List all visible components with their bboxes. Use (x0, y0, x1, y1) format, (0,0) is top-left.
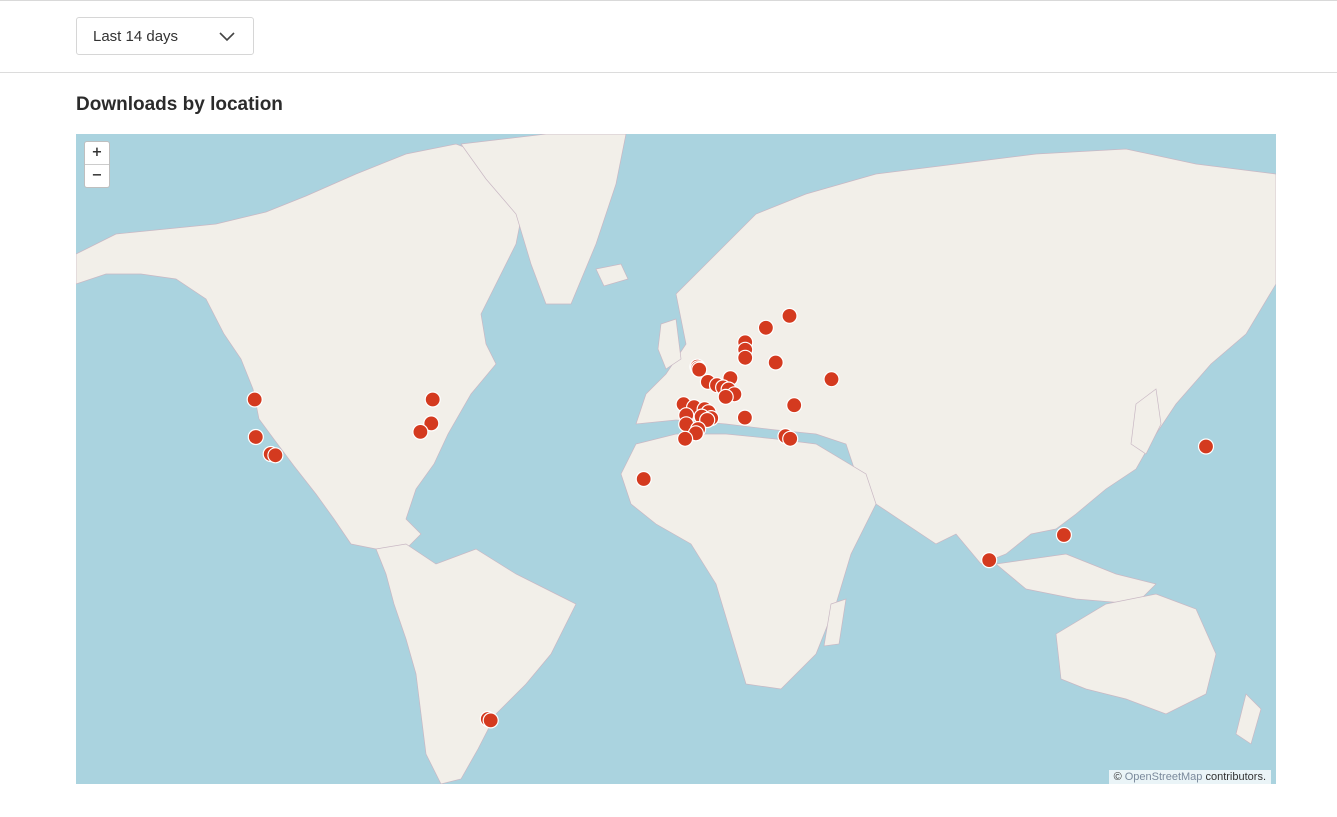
download-location-marker[interactable] (786, 397, 803, 414)
filter-bar: Last 14 days (0, 1, 1337, 73)
section-title: Downloads by location (76, 94, 283, 115)
download-location-marker[interactable] (412, 423, 429, 440)
download-location-marker[interactable] (424, 391, 441, 408)
openstreetmap-link[interactable]: OpenStreetMap (1125, 771, 1203, 783)
land-iceland (595, 263, 629, 287)
download-location-marker[interactable] (1055, 526, 1073, 544)
download-location-marker[interactable] (247, 428, 264, 446)
zoom-out-button[interactable]: − (85, 164, 109, 187)
download-location-marker[interactable] (482, 712, 499, 729)
date-range-select[interactable]: Last 14 days (76, 17, 254, 55)
download-location-marker[interactable] (267, 447, 284, 464)
land-new-zealand (1235, 693, 1262, 745)
land-southeast-asia (995, 553, 1157, 605)
chevron-down-icon (219, 32, 235, 42)
download-location-marker[interactable] (757, 319, 775, 336)
zoom-in-button[interactable]: + (85, 142, 109, 164)
download-location-marker[interactable] (717, 388, 734, 405)
download-location-marker[interactable] (246, 391, 263, 408)
date-range-value: Last 14 days (93, 28, 179, 45)
download-location-marker[interactable] (823, 371, 840, 388)
land-south-america (375, 543, 577, 784)
land-africa (620, 433, 877, 690)
download-location-marker[interactable] (736, 409, 754, 426)
copyright-symbol: © (1113, 771, 1122, 783)
download-location-marker[interactable] (981, 552, 998, 569)
land-australia (1055, 593, 1217, 715)
map-attribution: © OpenStreetMap contributors. (1108, 770, 1271, 784)
land-north-america (76, 143, 527, 555)
map[interactable]: + − © OpenStreetMap contributors. (76, 134, 1276, 784)
download-location-marker[interactable] (782, 430, 799, 447)
download-location-marker[interactable] (767, 354, 784, 371)
attribution-suffix: contributors. (1205, 771, 1266, 783)
world-map (76, 134, 1276, 784)
zoom-control: + − (84, 141, 110, 188)
download-location-marker[interactable] (676, 430, 694, 447)
land-uk (657, 318, 682, 370)
download-location-marker[interactable] (635, 470, 652, 488)
download-location-marker[interactable] (781, 307, 798, 324)
download-location-marker[interactable] (1197, 438, 1215, 455)
download-location-marker[interactable] (737, 349, 754, 366)
